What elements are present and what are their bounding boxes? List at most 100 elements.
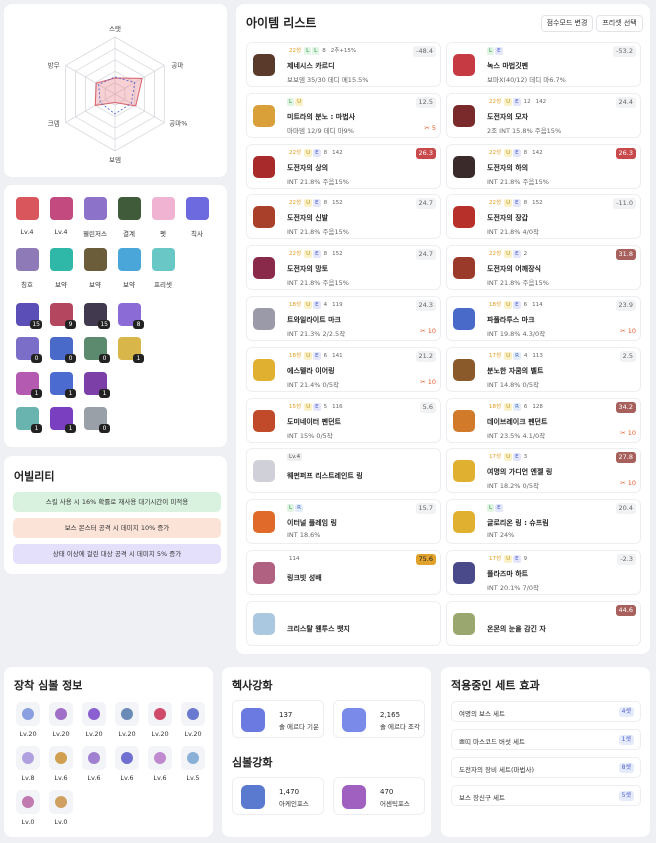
item-icon: [253, 562, 275, 584]
item-card[interactable]: 22성 U E 8 142 도전자의 하의 INT 21.8% 주음15% 26.3: [446, 143, 641, 189]
skill-core-icon[interactable]: 9: [50, 303, 76, 329]
arcane-symbol-icon[interactable]: [115, 746, 139, 770]
skill-core-icon[interactable]: 15: [84, 303, 110, 329]
score-mode-button[interactable]: 점수모드 변경: [541, 15, 593, 32]
item-stat: 보보뎀 35/30 데디 메15.5%: [287, 76, 369, 84]
preset-select-button[interactable]: 프리셋 선택: [596, 15, 643, 32]
skill-core-icon[interactable]: 1: [16, 372, 42, 398]
item-card[interactable]: Lv.4 웨펀퍼프 리스트레인트 링: [246, 448, 441, 494]
item-potential-grade: E: [513, 199, 521, 208]
item-card[interactable]: 18성 U E 6 141 에스텔라 이어링 INT 21.4% 0/5작 21.2 ✂ 10: [246, 346, 441, 392]
equip-slot-label: 펫: [160, 230, 166, 238]
item-card[interactable]: 22성 U E 12 142 도전자의 모자 2조 INT 15.8% 주음15% 24.4: [446, 92, 641, 138]
arcane-symbol-icon[interactable]: [148, 746, 172, 770]
skill-core-icon[interactable]: 0: [84, 337, 110, 363]
symbol-gem-icon: [154, 752, 166, 764]
arcane-symbol-icon[interactable]: [49, 746, 73, 770]
arcane-symbol-icon[interactable]: [49, 790, 73, 814]
arcane-symbol-icon[interactable]: [148, 702, 172, 726]
item-starforce: 22성: [289, 251, 302, 258]
item-scroll-count: ✂ 10: [420, 327, 436, 335]
arcane-symbol-icon[interactable]: [181, 746, 205, 770]
set-effect-title: 적용중인 세트 효과: [451, 679, 540, 692]
equip-slot-icon[interactable]: [50, 248, 73, 271]
item-card[interactable]: 18성 U R 6 128 데이브레이크 펜던트 INT 23.5% 4.1/0작 34.2 ✂…: [446, 397, 641, 443]
equip-slot-icon[interactable]: [118, 248, 141, 271]
item-score: 24.7: [415, 198, 436, 210]
item-card[interactable]: L E 녹스 마법깃펜 보마X(40/12) 데디 마6.7% -53.2: [446, 42, 641, 87]
item-card[interactable]: L U 미트라의 분노 : 마법사 마마뎀 12/9 데디 마9% 12.5 ✂ 5: [246, 92, 441, 138]
skill-core-icon[interactable]: 1: [50, 372, 76, 398]
item-list-card: 아이템 리스트 점수모드 변경 프리셋 선택 22성 L L 8 2추+15% 제네시스 …: [236, 4, 650, 654]
item-card[interactable]: 17성 U E 3 여명의 가디언 엔젤 링 INT 18.2% 0/5작 27.8 ✂ 10: [446, 448, 641, 494]
item-card[interactable]: 15성 U E 5 116 도미네이터 펜던트 INT 15% 0/5작 5.6: [246, 397, 441, 443]
symbol-info-card: 장착 심볼 정보 Lv.20 Lv.20 Lv.20 Lv.20 Lv.20 Lv.20 L…: [4, 667, 213, 837]
item-score: 44.6: [615, 604, 636, 616]
symbol-gem-icon: [88, 752, 100, 764]
item-stat: INT 21.3% 2/2.5작: [287, 330, 346, 338]
item-card[interactable]: 18성 U E 6 114 파풀라투스 마크 INT 19.8% 4.3/0작 23.9 ✂ 1…: [446, 296, 641, 341]
equip-slot-icon[interactable]: [152, 197, 175, 220]
item-scroll-value: 10: [627, 327, 636, 335]
item-potential-grade: E: [513, 97, 521, 106]
skill-core-icon[interactable]: 1: [84, 372, 110, 398]
arcane-symbol-icon[interactable]: [49, 702, 73, 726]
item-icon: [253, 358, 275, 381]
item-card[interactable]: 22성 U E 2 도전자의 어깨장식 INT 21.8% 주음15% 31.8: [446, 245, 641, 291]
equip-slot-icon[interactable]: [186, 197, 209, 220]
item-card[interactable]: 크리스탈 웬투스 뱃지: [246, 600, 441, 646]
item-card[interactable]: 114 링크빗 성배 75.6: [246, 550, 441, 595]
arcane-symbol-icon[interactable]: [82, 702, 106, 726]
arcane-symbol-icon[interactable]: [82, 746, 106, 770]
item-card[interactable]: 22성 U E 8 142 도전자의 상의 INT 21.8% 주음15% 26.3: [246, 143, 441, 189]
item-stat: INT 21.8% 주음15%: [287, 228, 349, 237]
skill-core-icon[interactable]: 0: [16, 337, 42, 363]
arcane-symbol-icon[interactable]: [115, 702, 139, 726]
item-card[interactable]: 22성 L L 8 2추+15% 제네시스 카르디 보보뎀 35/30 데디 메15.5% -…: [246, 42, 441, 87]
item-scroll-value: 10: [427, 377, 436, 386]
skill-core-icon[interactable]: 8: [118, 303, 144, 329]
item-card[interactable]: L R 이터널 플레임 링 INT 18.6% 15.7: [246, 499, 441, 545]
item-card[interactable]: 17성 U E 9 플라즈마 하트 INT 20.1% 7/0작 -2.3: [446, 550, 641, 595]
skill-core-level-badge: 8: [133, 320, 144, 329]
set-effect-row[interactable]: 도전자의 장비 세트(마법사) 8셋: [451, 757, 641, 778]
equip-slot-icon[interactable]: [152, 248, 175, 271]
item-starforce: 17성: [489, 352, 502, 359]
equip-slot-icon[interactable]: [84, 248, 107, 271]
equip-slot-icon[interactable]: [16, 248, 39, 271]
skill-core-icon[interactable]: 15: [16, 303, 42, 329]
skill-core-level-badge: 1: [31, 424, 42, 433]
item-card[interactable]: 17성 U R 4 113 분노한 자쿰의 벨트 INT 14.8% 0/5작 2.5: [446, 346, 641, 392]
equip-slot-icon[interactable]: [16, 197, 39, 220]
equip-slot-icon[interactable]: [118, 197, 141, 220]
item-name: 에스텔라 이어링: [287, 366, 335, 375]
set-effect-row[interactable]: 보스 장신구 세트 5셋: [451, 785, 641, 806]
equip-slot-icon[interactable]: [84, 197, 107, 220]
item-badges: 22성 U E 8 142: [287, 148, 346, 157]
skill-core-icon[interactable]: 0: [50, 337, 76, 363]
set-effect-row[interactable]: 쁘띠 마스코드 버섯 세트 1셋: [451, 729, 641, 750]
arcane-symbol-icon[interactable]: [16, 790, 40, 814]
item-stat: 2조 INT 15.8% 주음15%: [487, 126, 562, 135]
skill-core-icon[interactable]: 0: [84, 407, 110, 433]
item-card[interactable]: 22성 U E 8 152 도전자의 신발 INT 21.8% 주음15% 24.7: [246, 194, 441, 240]
item-card[interactable]: 18성 U E 4 119 트와일라이트 마크 INT 21.3% 2/2.5작 24.3 ✂ …: [246, 296, 441, 341]
item-badges: 22성 U E 8 152: [287, 250, 346, 259]
item-card[interactable]: L E 글로리온 링 : 슈프림 INT 24% 20.4: [446, 499, 641, 545]
item-starforce: 17성: [489, 454, 502, 461]
arcane-symbol-icon[interactable]: [181, 702, 205, 726]
item-card[interactable]: 22성 U E 8 152 도전자의 망토 INT 21.8% 주음15% 24.7: [246, 245, 441, 291]
item-card[interactable]: 22성 U E 8 152 도전자의 장갑 INT 21.8% 4/0작 -11.0: [446, 194, 641, 240]
item-card[interactable]: 온몬의 눈을 감긴 자 44.6: [446, 600, 641, 646]
item-stat: INT 20.1% 7/0작: [487, 584, 539, 592]
skill-core-icon[interactable]: 1: [16, 407, 42, 433]
set-effect-row[interactable]: 여명의 보스 세트 4셋: [451, 701, 641, 722]
skill-core-icon[interactable]: 1: [50, 407, 76, 433]
skill-core-icon[interactable]: 1: [118, 337, 144, 363]
arcane-symbol-icon[interactable]: [16, 746, 40, 770]
item-name: 도미네이터 펜던트: [287, 417, 341, 426]
symbol-gem-icon: [55, 752, 67, 764]
arcane-symbol-icon[interactable]: [16, 702, 40, 726]
equip-slot-icon[interactable]: [50, 197, 73, 220]
radar-axis-label: 공마%: [169, 119, 187, 128]
